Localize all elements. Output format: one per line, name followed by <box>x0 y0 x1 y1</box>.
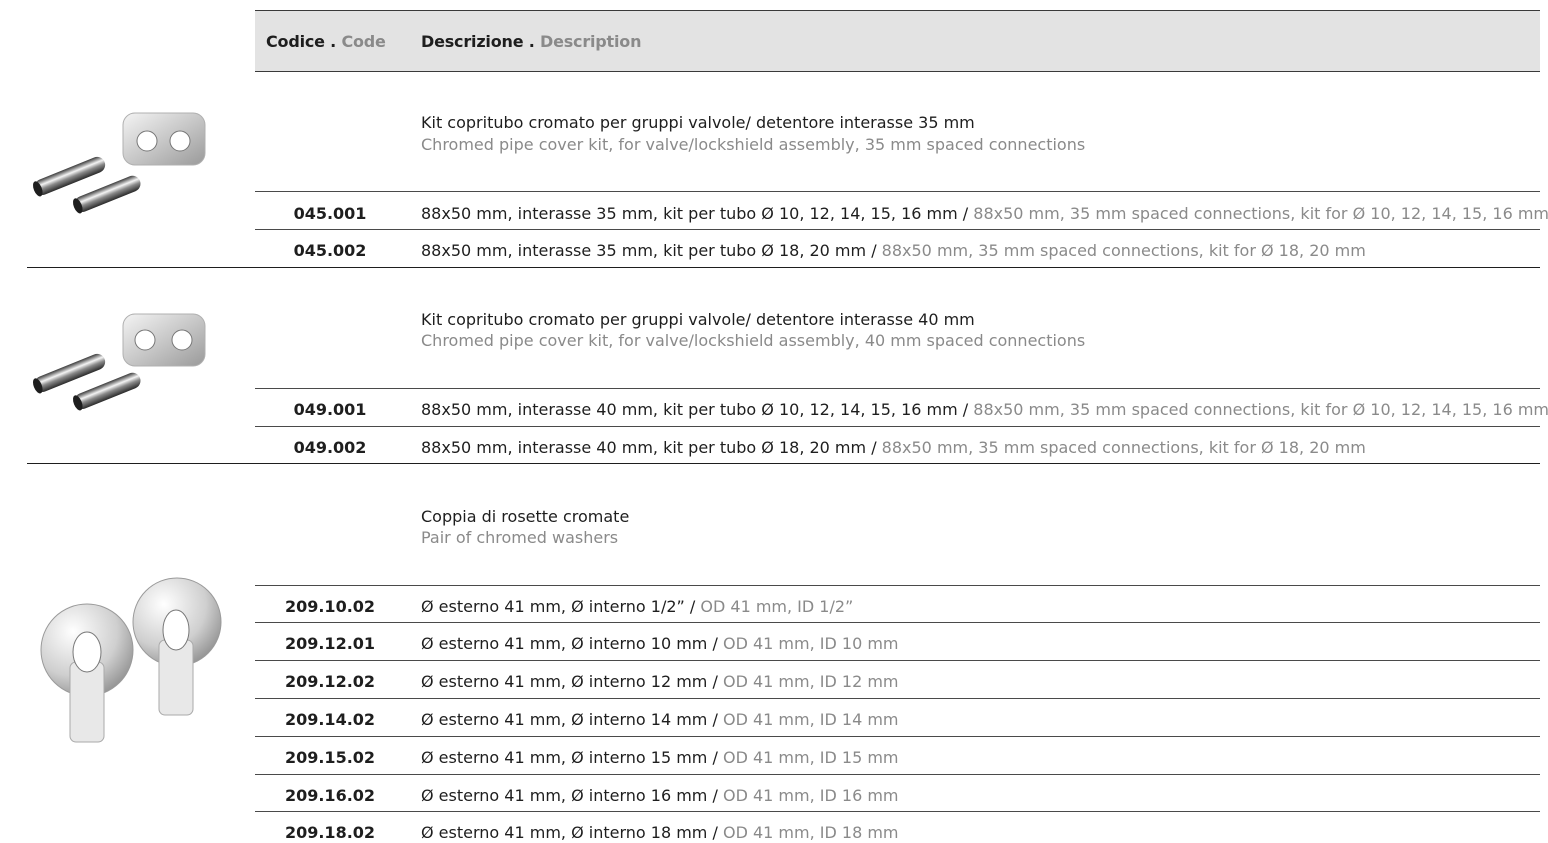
row-divider <box>255 698 1540 699</box>
product-description: 88x50 mm, interasse 40 mm, kit per tubo … <box>421 438 1366 457</box>
row-divider <box>255 774 1540 775</box>
group-title-en: Chromed pipe cover kit, for valve/locksh… <box>421 331 1086 350</box>
product-code: 209.12.01 <box>284 634 376 653</box>
row-divider <box>255 660 1540 661</box>
product-description: Ø esterno 41 mm, Ø interno 15 mm / OD 41… <box>421 748 899 767</box>
description-en: OD 41 mm, ID 14 mm <box>722 710 899 729</box>
description-it: Ø esterno 41 mm, Ø interno 12 mm / <box>421 672 718 691</box>
description-it: 88x50 mm, interasse 35 mm, kit per tubo … <box>421 241 877 260</box>
description-en: OD 41 mm, ID 12 mm <box>722 672 899 691</box>
product-code: 045.002 <box>293 241 367 260</box>
product-description: 88x50 mm, interasse 35 mm, kit per tubo … <box>421 241 1366 260</box>
product-description: 88x50 mm, interasse 40 mm, kit per tubo … <box>421 400 1548 419</box>
row-divider <box>255 388 1540 389</box>
description-en: OD 41 mm, ID 18 mm <box>722 823 899 842</box>
group-divider <box>27 463 1540 464</box>
group-title-en: Chromed pipe cover kit, for valve/locksh… <box>421 135 1086 154</box>
product-code: 209.10.02 <box>284 597 376 616</box>
description-en: 88x50 mm, 35 mm spaced connections, kit … <box>973 400 1548 419</box>
product-code: 049.002 <box>293 438 367 457</box>
desc-header-it: Descrizione . <box>421 32 535 51</box>
row-divider <box>255 426 1540 427</box>
description-en: OD 41 mm, ID 15 mm <box>722 748 899 767</box>
description-it: Ø esterno 41 mm, Ø interno 18 mm / <box>421 823 718 842</box>
description-en: 88x50 mm, 35 mm spaced connections, kit … <box>973 204 1548 223</box>
code-column-header: Codice . Code <box>266 32 386 51</box>
group-title-it: Kit copritubo cromato per gruppi valvole… <box>421 310 975 329</box>
product-code: 209.12.02 <box>284 672 376 691</box>
product-description: 88x50 mm, interasse 35 mm, kit per tubo … <box>421 204 1548 223</box>
description-it: 88x50 mm, interasse 35 mm, kit per tubo … <box>421 204 969 223</box>
code-header-it: Codice . <box>266 32 337 51</box>
product-description: Ø esterno 41 mm, Ø interno 1/2” / OD 41 … <box>421 597 853 616</box>
description-it: Ø esterno 41 mm, Ø interno 15 mm / <box>421 748 718 767</box>
product-code: 209.14.02 <box>284 710 376 729</box>
group-title-it: Kit copritubo cromato per gruppi valvole… <box>421 113 975 132</box>
description-it: Ø esterno 41 mm, Ø interno 1/2” / <box>421 597 696 616</box>
description-it: Ø esterno 41 mm, Ø interno 10 mm / <box>421 634 718 653</box>
row-divider <box>255 191 1540 192</box>
group-title-en: Pair of chromed washers <box>421 528 619 547</box>
product-code: 209.16.02 <box>284 786 376 805</box>
desc-header-en: Description <box>539 32 642 51</box>
product-description: Ø esterno 41 mm, Ø interno 12 mm / OD 41… <box>421 672 899 691</box>
row-divider <box>255 736 1540 737</box>
pipe-cover-kit-icon <box>25 292 230 417</box>
description-en: OD 41 mm, ID 10 mm <box>722 634 899 653</box>
product-description: Ø esterno 41 mm, Ø interno 16 mm / OD 41… <box>421 786 899 805</box>
group-title-it: Coppia di rosette cromate <box>421 507 630 526</box>
description-column-header: Descrizione . Description <box>421 32 641 51</box>
chromed-washers-icon <box>25 570 230 750</box>
row-divider <box>255 622 1540 623</box>
description-it: Ø esterno 41 mm, Ø interno 14 mm / <box>421 710 718 729</box>
product-description: Ø esterno 41 mm, Ø interno 14 mm / OD 41… <box>421 710 899 729</box>
row-divider <box>255 811 1540 812</box>
product-code: 209.18.02 <box>284 823 376 842</box>
product-description: Ø esterno 41 mm, Ø interno 18 mm / OD 41… <box>421 823 899 842</box>
product-code: 045.001 <box>293 204 367 223</box>
product-code: 209.15.02 <box>284 748 376 767</box>
description-en: 88x50 mm, 35 mm spaced connections, kit … <box>881 438 1366 457</box>
row-divider <box>255 585 1540 586</box>
description-en: 88x50 mm, 35 mm spaced connections, kit … <box>881 241 1366 260</box>
description-en: OD 41 mm, ID 16 mm <box>722 786 899 805</box>
group-divider <box>27 267 1540 268</box>
description-en: OD 41 mm, ID 1/2” <box>700 597 854 616</box>
product-code: 049.001 <box>293 400 367 419</box>
pipe-cover-kit-icon <box>25 95 230 220</box>
product-description: Ø esterno 41 mm, Ø interno 10 mm / OD 41… <box>421 634 899 653</box>
row-divider <box>255 229 1540 230</box>
code-header-en: Code <box>341 32 386 51</box>
description-it: 88x50 mm, interasse 40 mm, kit per tubo … <box>421 400 969 419</box>
description-it: Ø esterno 41 mm, Ø interno 16 mm / <box>421 786 718 805</box>
description-it: 88x50 mm, interasse 40 mm, kit per tubo … <box>421 438 877 457</box>
